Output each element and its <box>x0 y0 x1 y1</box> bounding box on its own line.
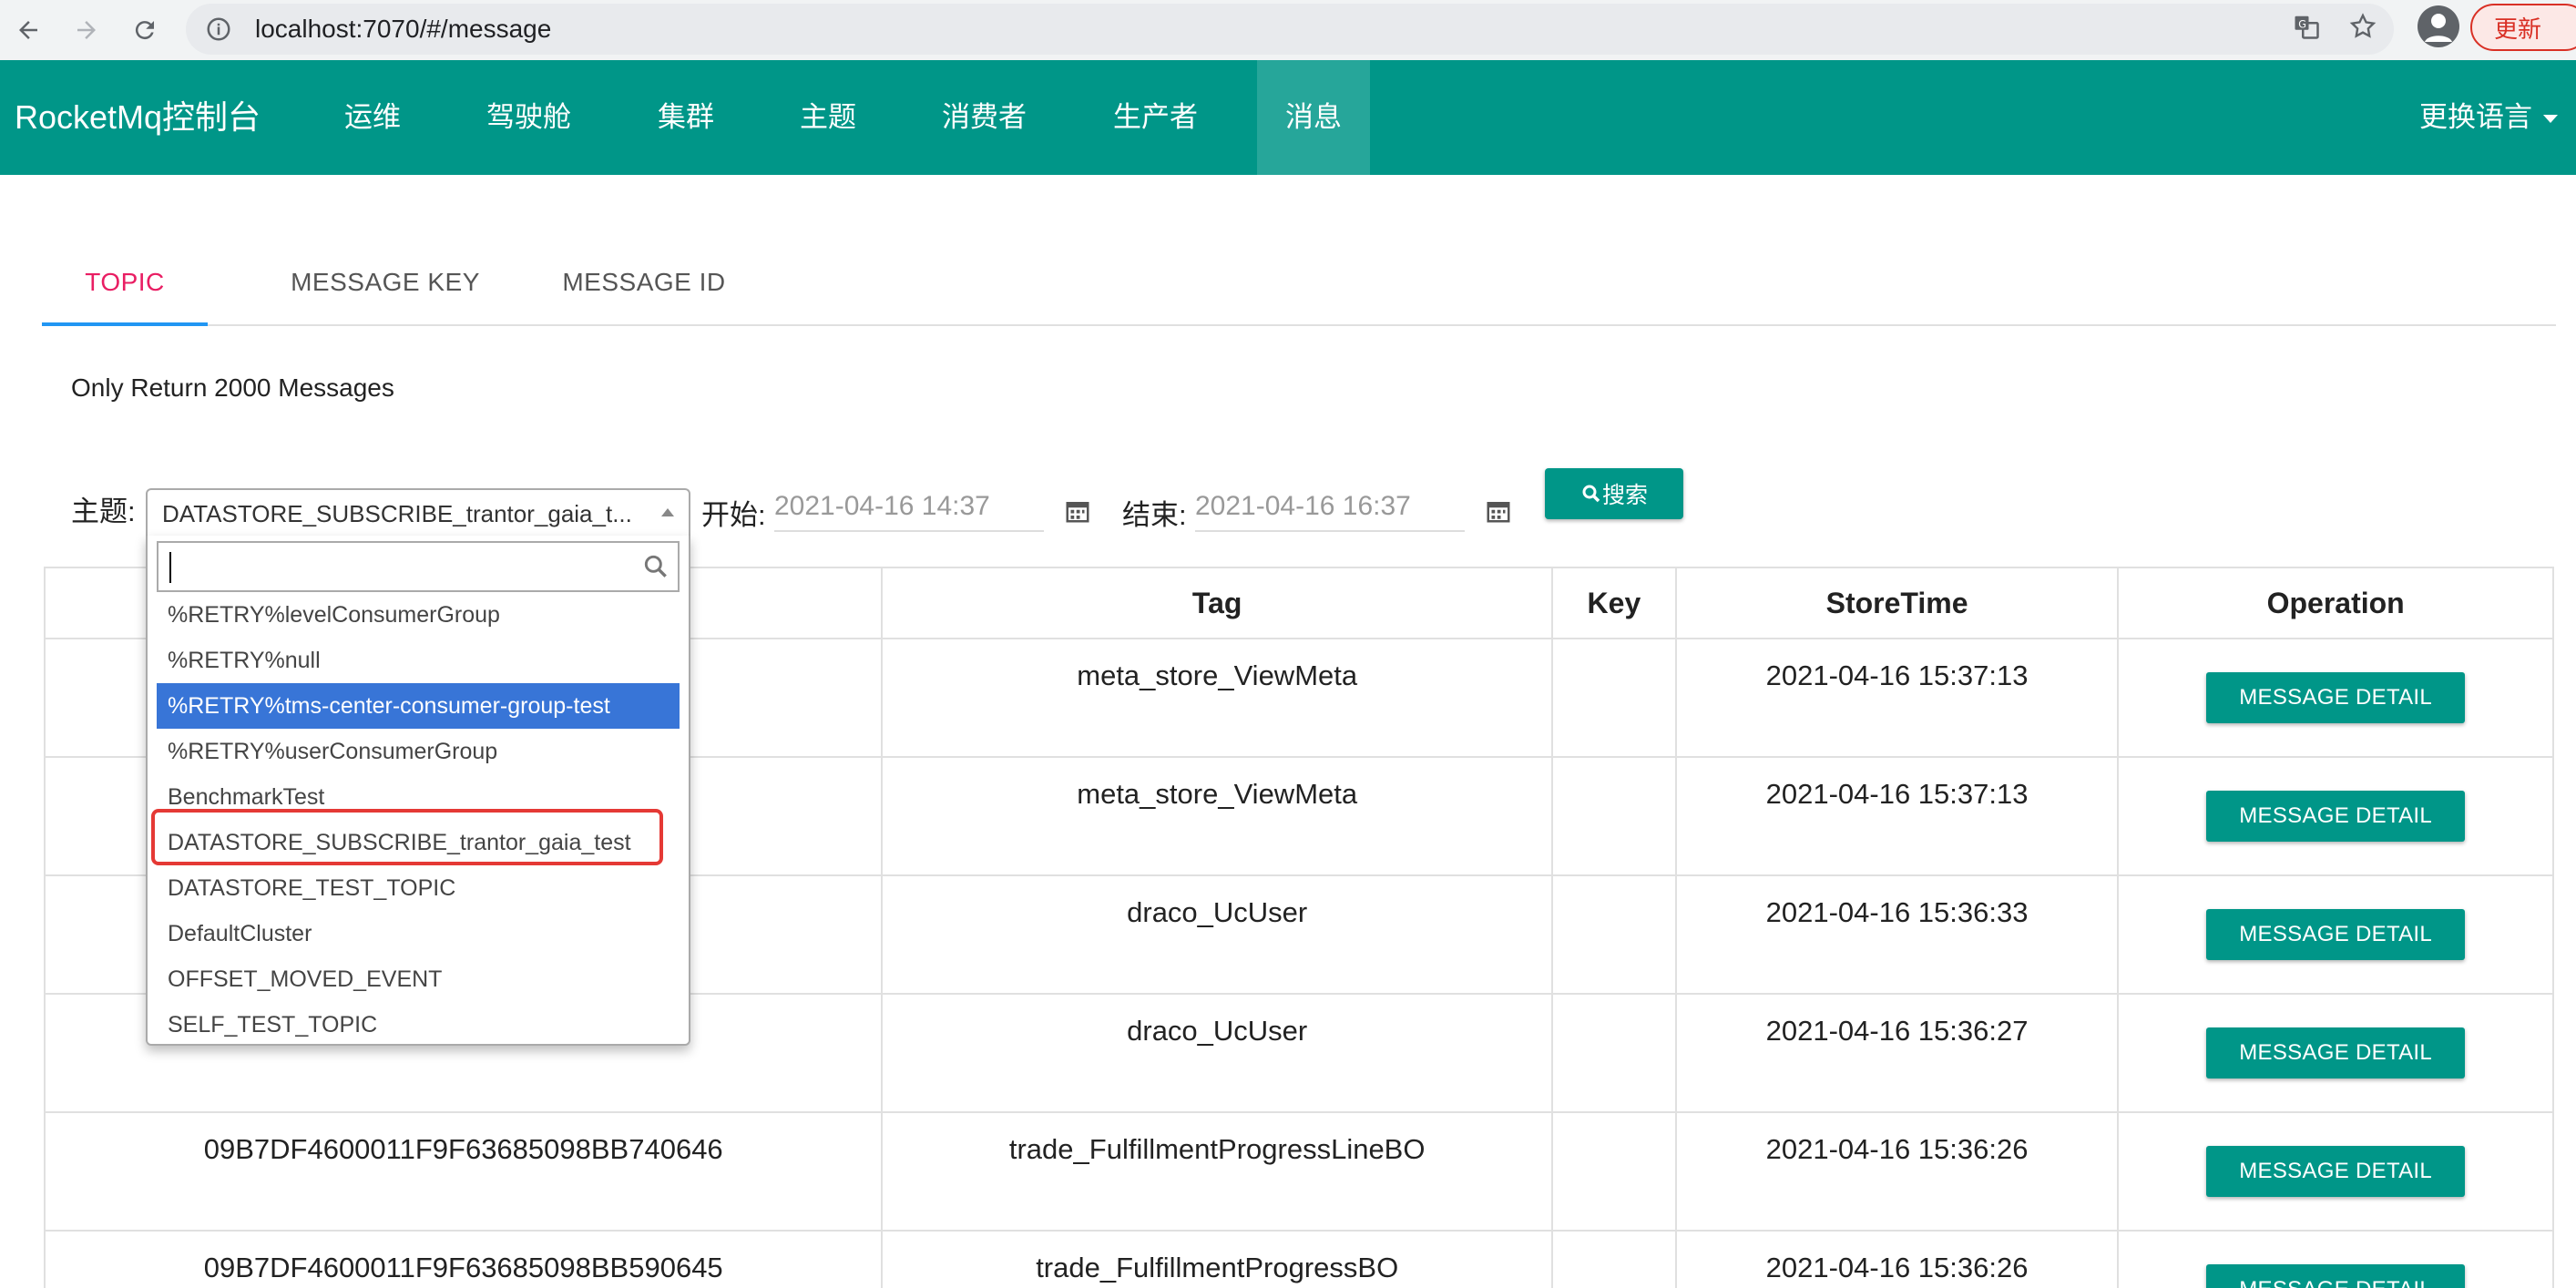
tag-cell: meta_store_ViewMeta <box>881 756 1553 876</box>
column-header-operation: Operation <box>2117 567 2554 639</box>
tag-cell: draco_UcUser <box>881 993 1553 1113</box>
key-cell <box>1550 1230 1677 1288</box>
topic-select[interactable]: DATASTORE_SUBSCRIBE_trantor_gaia_t... <box>146 488 690 536</box>
nav-item-message[interactable]: 消息 <box>1257 60 1370 175</box>
caret-down-icon <box>2543 115 2558 124</box>
storetime-cell: 2021-04-16 15:36:26 <box>1674 1230 2120 1288</box>
storetime-cell: 2021-04-16 15:36:26 <box>1674 1111 2120 1232</box>
result-limit-note: Only Return 2000 Messages <box>71 373 394 402</box>
column-header-key: Key <box>1550 567 1677 639</box>
message-id-cell: 09B7DF4600011F9F63685098BB590645 <box>43 1230 884 1288</box>
browser-toolbar: localhost:7070/#/message G 更新 <box>0 0 2576 60</box>
tab-topic[interactable]: TOPIC <box>42 246 208 326</box>
translate-icon[interactable]: G <box>2288 5 2325 47</box>
update-button[interactable]: 更新 <box>2470 4 2576 51</box>
start-label: 开始: <box>701 499 766 531</box>
app-navbar: RocketMq控制台 运维 驾驶舱 集群 主题 消费者 生产者 消息 更换语言 <box>0 60 2576 175</box>
url-text: localhost:7070/#/message <box>255 15 552 43</box>
select-arrow-up-icon <box>661 508 674 516</box>
key-cell <box>1550 756 1677 876</box>
calendar-icon[interactable] <box>1064 497 1091 525</box>
column-header-storetime: StoreTime <box>1674 567 2120 639</box>
operation-cell: MESSAGE DETAIL <box>2117 638 2554 758</box>
bookmark-star-icon[interactable] <box>2345 5 2381 47</box>
operation-cell: MESSAGE DETAIL <box>2117 1111 2554 1232</box>
tag-cell: meta_store_ViewMeta <box>881 638 1553 758</box>
column-header-tag: Tag <box>881 567 1553 639</box>
search-icon <box>641 552 670 581</box>
back-icon[interactable] <box>7 9 49 51</box>
topic-option[interactable]: %RETRY%userConsumerGroup <box>157 729 680 774</box>
tab-indicator <box>42 322 208 326</box>
table-row: 09B7DF4600011F9F63685098BB590645 trade_F… <box>43 1230 2554 1288</box>
message-detail-button[interactable]: MESSAGE DETAIL <box>2206 1027 2466 1078</box>
tag-cell: trade_FulfillmentProgressLineBO <box>881 1111 1553 1232</box>
address-bar[interactable]: localhost:7070/#/message <box>186 4 2394 55</box>
message-id-cell: 09B7DF4600011F9F63685098BB740646 <box>43 1111 884 1232</box>
svg-text:G: G <box>2298 18 2306 30</box>
operation-cell: MESSAGE DETAIL <box>2117 993 2554 1113</box>
topic-option[interactable]: SELF_TEST_TOPIC <box>157 1002 680 1044</box>
topic-select-value: DATASTORE_SUBSCRIBE_trantor_gaia_t... <box>162 500 632 527</box>
topic-option[interactable]: OFFSET_MOVED_EVENT <box>157 956 680 1002</box>
operation-cell: MESSAGE DETAIL <box>2117 756 2554 876</box>
storetime-cell: 2021-04-16 15:37:13 <box>1674 638 2120 758</box>
key-cell <box>1550 1111 1677 1232</box>
key-cell <box>1550 638 1677 758</box>
nav-item-cluster[interactable]: 集群 <box>630 60 741 175</box>
search-button[interactable]: 搜索 <box>1545 468 1683 519</box>
message-detail-button[interactable]: MESSAGE DETAIL <box>2206 1264 2466 1288</box>
key-cell <box>1550 874 1677 995</box>
storetime-cell: 2021-04-16 15:36:33 <box>1674 874 2120 995</box>
message-detail-button[interactable]: MESSAGE DETAIL <box>2206 672 2466 723</box>
storetime-cell: 2021-04-16 15:37:13 <box>1674 756 2120 876</box>
language-dropdown[interactable]: 更换语言 <box>2419 60 2558 175</box>
message-query-tabs: TOPIC MESSAGE KEY MESSAGE ID <box>42 246 2556 326</box>
table-row: 09B7DF4600011F9F63685098BB740646 trade_F… <box>43 1111 2554 1232</box>
nav-item-producer[interactable]: 生产者 <box>1086 60 1225 175</box>
operation-cell: MESSAGE DETAIL <box>2117 1230 2554 1288</box>
nav-item-consumer[interactable]: 消费者 <box>915 60 1054 175</box>
tab-message-id[interactable]: MESSAGE ID <box>521 246 767 326</box>
annotation-highlight-box <box>151 809 663 865</box>
topic-filter-input[interactable] <box>157 541 680 592</box>
profile-avatar-icon[interactable] <box>2418 5 2459 47</box>
nav-item-dashboard[interactable]: 驾驶舱 <box>459 60 598 175</box>
end-time-input[interactable]: 2021-04-16 16:37 <box>1195 485 1465 532</box>
brand-title: RocketMq控制台 <box>15 98 261 136</box>
topic-dropdown: %RETRY%levelConsumerGroup %RETRY%null %R… <box>146 536 690 1046</box>
topic-option[interactable]: DefaultCluster <box>157 911 680 956</box>
topic-label: 主题: <box>71 496 136 527</box>
text-cursor <box>169 552 171 583</box>
end-label: 结束: <box>1122 499 1187 531</box>
tag-cell: trade_FulfillmentProgressBO <box>881 1230 1553 1288</box>
message-detail-button[interactable]: MESSAGE DETAIL <box>2206 1146 2466 1197</box>
operation-cell: MESSAGE DETAIL <box>2117 874 2554 995</box>
start-time-input[interactable]: 2021-04-16 14:37 <box>774 485 1044 532</box>
storetime-cell: 2021-04-16 15:36:27 <box>1674 993 2120 1113</box>
info-icon[interactable] <box>200 11 237 47</box>
message-detail-button[interactable]: MESSAGE DETAIL <box>2206 791 2466 842</box>
nav-item-topic[interactable]: 主题 <box>772 60 884 175</box>
forward-icon[interactable] <box>66 9 107 51</box>
topic-option[interactable]: %RETRY%levelConsumerGroup <box>157 592 680 638</box>
tag-cell: draco_UcUser <box>881 874 1553 995</box>
key-cell <box>1550 993 1677 1113</box>
message-detail-button[interactable]: MESSAGE DETAIL <box>2206 909 2466 960</box>
search-icon <box>1582 485 1600 503</box>
topic-option[interactable]: %RETRY%null <box>157 638 680 683</box>
nav-item-ops[interactable]: 运维 <box>317 60 428 175</box>
reload-icon[interactable] <box>124 9 166 51</box>
tab-message-key[interactable]: MESSAGE KEY <box>244 246 526 326</box>
calendar-icon[interactable] <box>1485 497 1512 525</box>
topic-option[interactable]: DATASTORE_TEST_TOPIC <box>157 865 680 911</box>
topic-option-highlighted[interactable]: %RETRY%tms-center-consumer-group-test <box>157 683 680 729</box>
